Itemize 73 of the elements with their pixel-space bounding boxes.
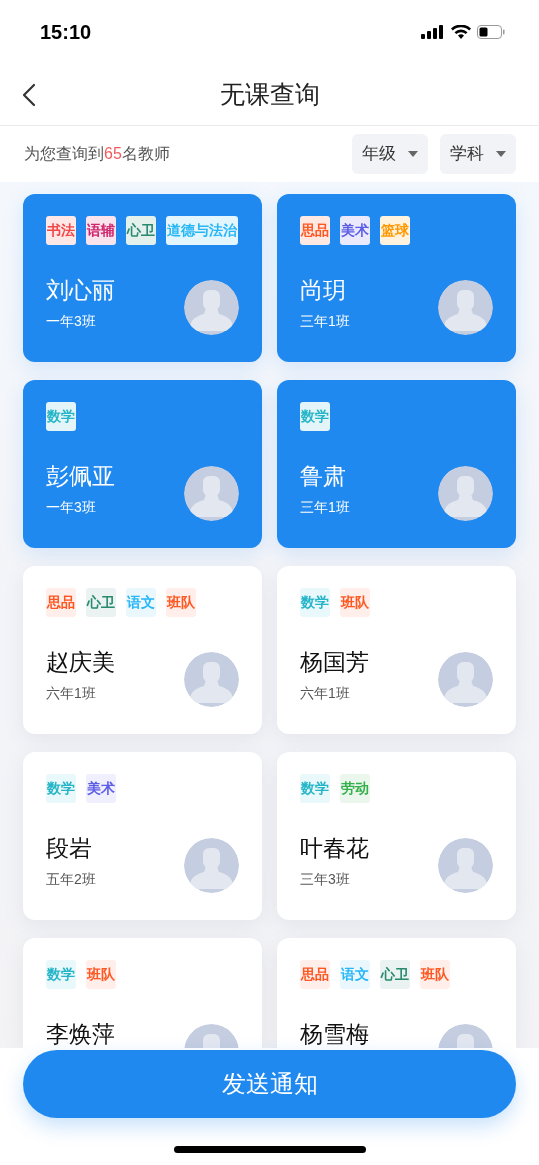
filter-dropdown[interactable]: 学科 <box>440 134 516 174</box>
subject-tag: 班队 <box>420 960 450 989</box>
class-label: 一年3班 <box>46 498 96 517</box>
subject-tag: 劳动 <box>340 774 370 803</box>
avatar-icon <box>184 466 239 521</box>
avatar-icon <box>438 838 493 893</box>
avatar-icon <box>438 280 493 335</box>
subject-tag: 道德与法治 <box>166 216 238 245</box>
caret-down-icon <box>496 151 506 157</box>
teacher-name: 杨国芳 <box>300 648 369 677</box>
wifi-icon <box>451 25 471 39</box>
teacher-card[interactable]: 数学 劳动 叶春花 三年3班 <box>277 752 516 920</box>
subject-tag: 数学 <box>300 588 330 617</box>
teacher-card[interactable]: 思品 心卫 语文 班队 赵庆美 六年1班 <box>23 566 262 734</box>
teacher-card[interactable]: 数学 彭佩亚 一年3班 <box>23 380 262 548</box>
class-label: 三年3班 <box>300 870 350 889</box>
teacher-card[interactable]: 书法 语辅 心卫 道德与法治 刘心丽 一年3班 <box>23 194 262 362</box>
subject-tag: 数学 <box>300 774 330 803</box>
subject-tag: 思品 <box>46 588 76 617</box>
battery-icon <box>477 25 505 39</box>
signal-icon <box>421 25 445 39</box>
subject-tag: 数学 <box>46 960 76 989</box>
subject-tag: 书法 <box>46 216 76 245</box>
subject-tag: 思品 <box>300 216 330 245</box>
avatar-icon <box>184 652 239 707</box>
subject-tag: 语辅 <box>86 216 116 245</box>
subject-tag: 思品 <box>300 960 330 989</box>
status-time: 15:10 <box>40 20 92 45</box>
filter-dropdown[interactable]: 年级 <box>352 134 428 174</box>
class-label: 一年3班 <box>46 312 96 331</box>
teacher-name: 赵庆美 <box>46 648 115 677</box>
teacher-card[interactable]: 数学 美术 段岩 五年2班 <box>23 752 262 920</box>
class-label: 五年2班 <box>46 870 96 889</box>
avatar-icon <box>184 838 239 893</box>
teacher-name: 李焕萍 <box>46 1020 115 1048</box>
class-label: 三年1班 <box>300 498 350 517</box>
subject-tag: 数学 <box>46 774 76 803</box>
teacher-name: 尚玥 <box>300 276 346 305</box>
subject-tag: 数学 <box>46 402 76 431</box>
subject-tag: 心卫 <box>126 216 156 245</box>
teacher-card[interactable]: 数学 鲁肃 三年1班 <box>277 380 516 548</box>
avatar-icon <box>438 652 493 707</box>
subject-tag: 美术 <box>340 216 370 245</box>
teacher-name: 彭佩亚 <box>46 462 115 491</box>
teacher-name: 叶春花 <box>300 834 369 863</box>
class-label: 六年1班 <box>300 684 350 703</box>
page-title: 无课查询 <box>219 78 320 110</box>
subject-tag: 班队 <box>340 588 370 617</box>
subject-tag: 班队 <box>86 960 116 989</box>
subject-tag: 篮球 <box>380 216 410 245</box>
teacher-card[interactable]: 思品 美术 篮球 尚玥 三年1班 <box>277 194 516 362</box>
teacher-card[interactable]: 数学 班队 李焕萍 <box>23 938 262 1048</box>
avatar-icon <box>184 280 239 335</box>
subject-tag: 班队 <box>166 588 196 617</box>
class-label: 六年1班 <box>46 684 96 703</box>
subject-tag: 心卫 <box>86 588 116 617</box>
send-notice-button[interactable]: 发送通知 <box>23 1050 516 1118</box>
class-label: 三年1班 <box>300 312 350 331</box>
subject-tag: 语文 <box>126 588 156 617</box>
subject-tag: 语文 <box>340 960 370 989</box>
subject-tag: 数学 <box>300 402 330 431</box>
back-icon[interactable] <box>22 83 36 107</box>
teacher-name: 段岩 <box>46 834 92 863</box>
teacher-name: 杨雪梅 <box>300 1020 369 1048</box>
subject-tag: 美术 <box>86 774 116 803</box>
caret-down-icon <box>408 151 418 157</box>
teacher-name: 鲁肃 <box>300 462 346 491</box>
subject-tag: 心卫 <box>380 960 410 989</box>
teacher-name: 刘心丽 <box>46 276 115 305</box>
teacher-card[interactable]: 思品 语文 心卫 班队 杨雪梅 <box>277 938 516 1048</box>
teacher-card[interactable]: 数学 班队 杨国芳 六年1班 <box>277 566 516 734</box>
result-count-text: 为您查询到65名教师 <box>24 144 170 164</box>
avatar-icon <box>438 466 493 521</box>
